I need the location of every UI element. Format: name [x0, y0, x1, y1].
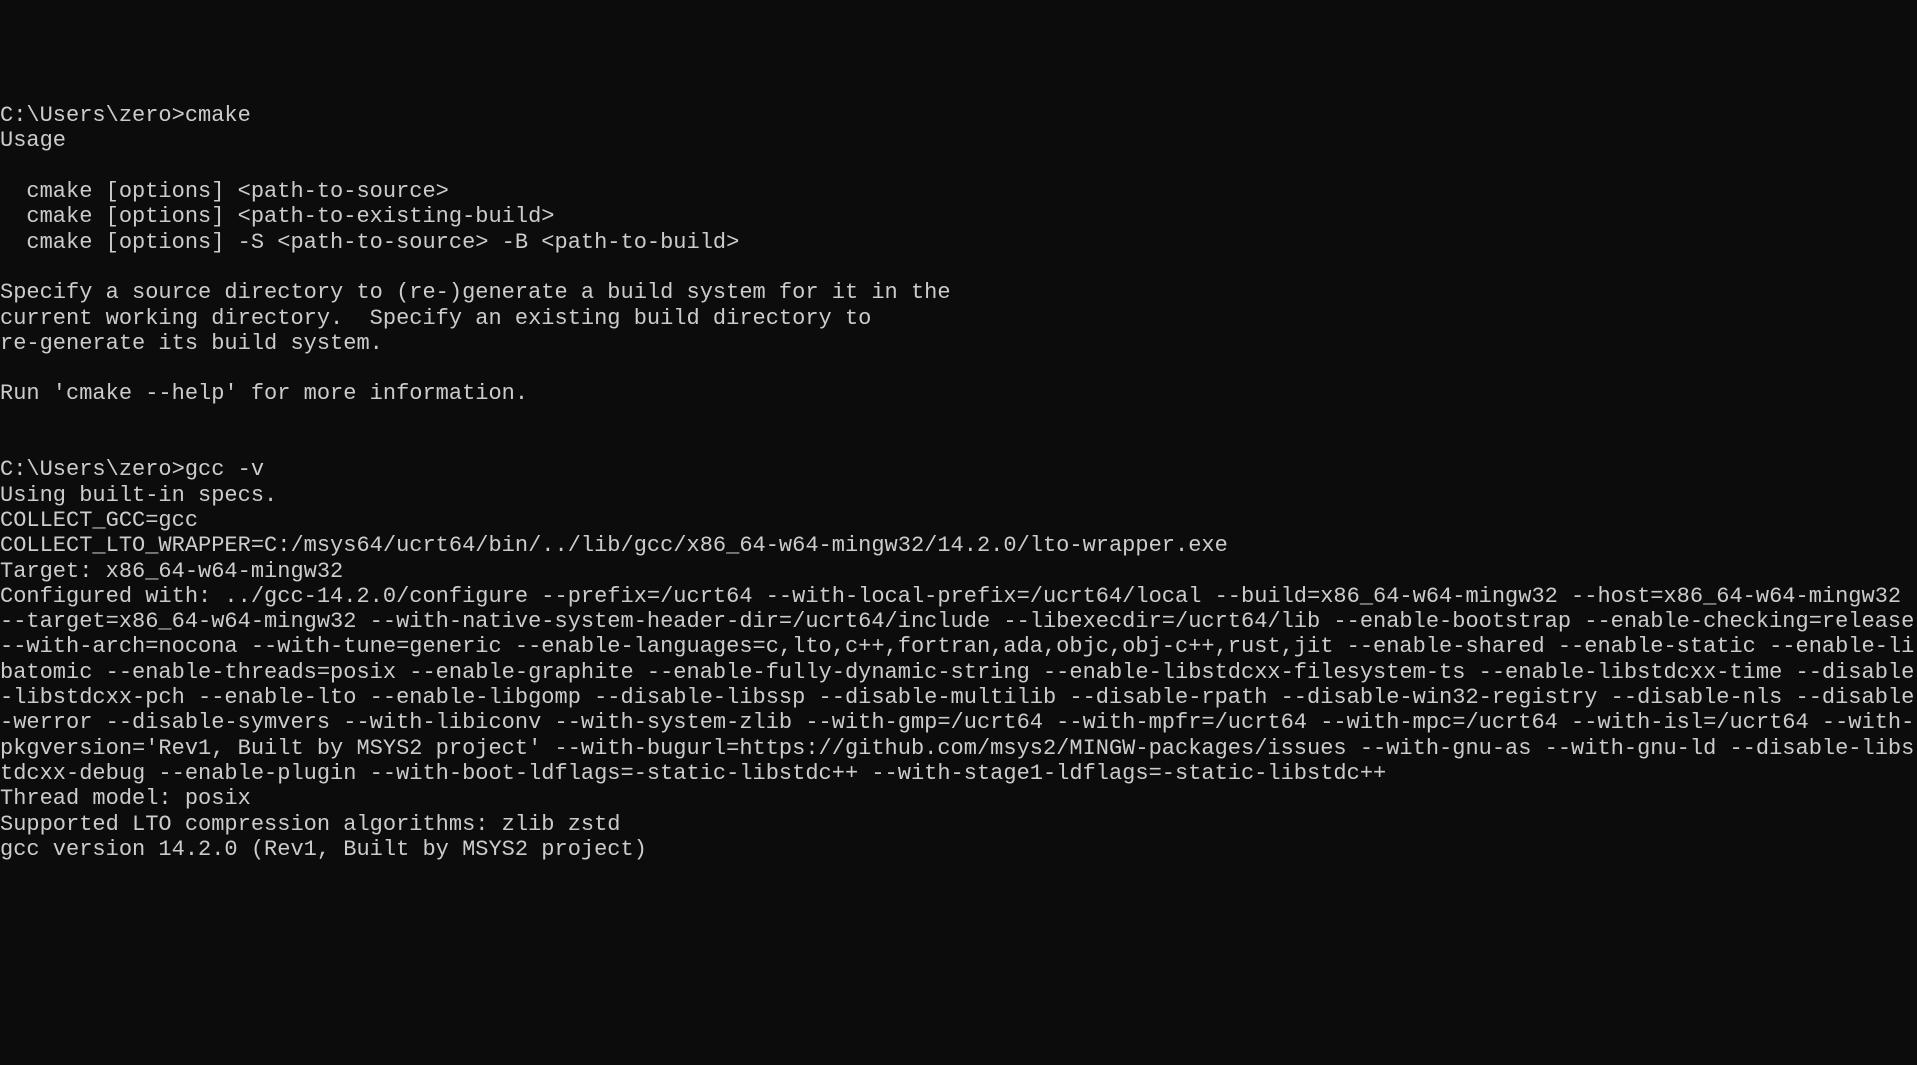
terminal-line: C:\Users\zero>gcc -v	[0, 457, 1917, 482]
terminal-line	[0, 432, 1917, 457]
terminal-line: Thread model: posix	[0, 786, 1917, 811]
terminal-line: cmake [options] <path-to-existing-build>	[0, 204, 1917, 229]
terminal-line: C:\Users\zero>cmake	[0, 103, 1917, 128]
terminal-line: re-generate its build system.	[0, 331, 1917, 356]
terminal-output[interactable]: C:\Users\zero>cmakeUsage cmake [options]…	[0, 103, 1917, 862]
terminal-line	[0, 255, 1917, 280]
terminal-line: COLLECT_LTO_WRAPPER=C:/msys64/ucrt64/bin…	[0, 533, 1917, 558]
terminal-line: Specify a source directory to (re-)gener…	[0, 280, 1917, 305]
terminal-line: gcc version 14.2.0 (Rev1, Built by MSYS2…	[0, 837, 1917, 862]
terminal-line: Supported LTO compression algorithms: zl…	[0, 812, 1917, 837]
terminal-line: Configured with: ../gcc-14.2.0/configure…	[0, 584, 1917, 786]
terminal-line: Target: x86_64-w64-mingw32	[0, 559, 1917, 584]
terminal-line: cmake [options] <path-to-source>	[0, 179, 1917, 204]
terminal-line: Using built-in specs.	[0, 483, 1917, 508]
terminal-line: current working directory. Specify an ex…	[0, 306, 1917, 331]
terminal-line: cmake [options] -S <path-to-source> -B <…	[0, 230, 1917, 255]
terminal-line	[0, 407, 1917, 432]
terminal-line: Usage	[0, 128, 1917, 153]
terminal-line	[0, 154, 1917, 179]
terminal-line: Run 'cmake --help' for more information.	[0, 381, 1917, 406]
terminal-line: COLLECT_GCC=gcc	[0, 508, 1917, 533]
terminal-line	[0, 356, 1917, 381]
